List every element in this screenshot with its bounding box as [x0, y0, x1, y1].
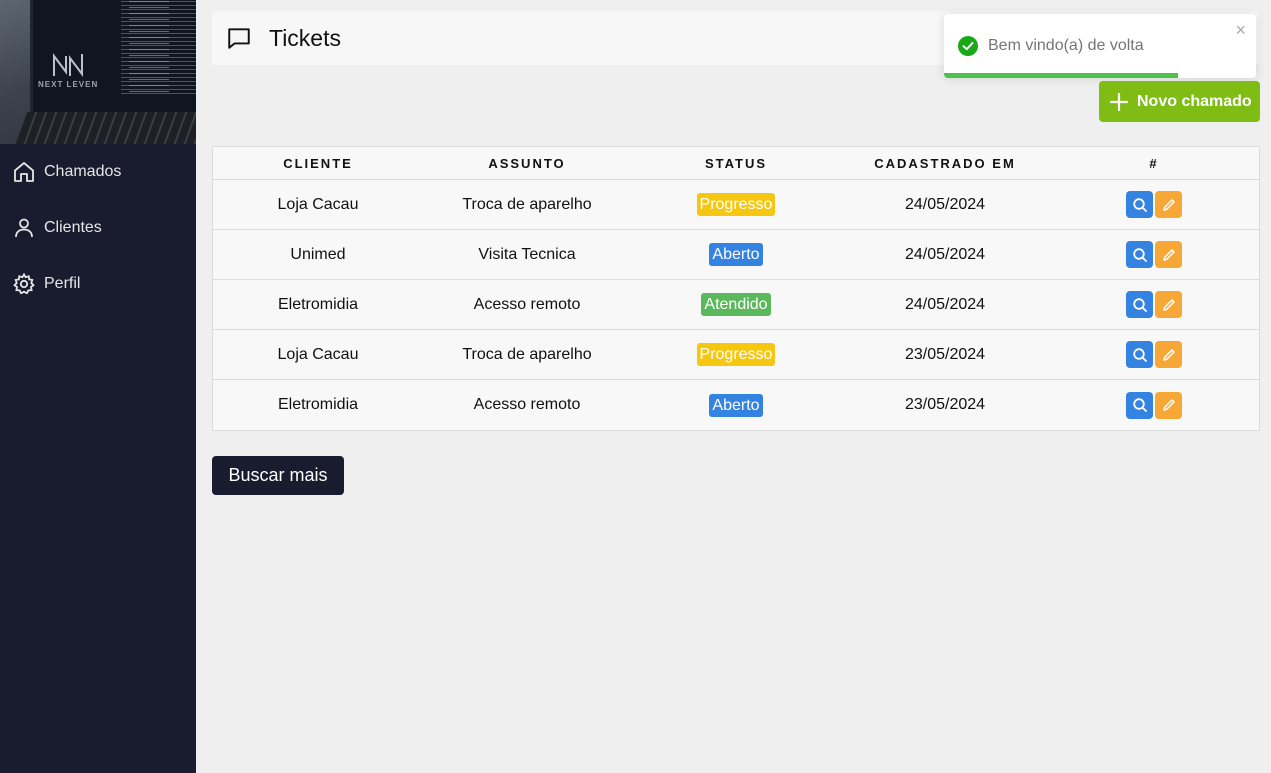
home-icon — [12, 160, 36, 184]
edit-button[interactable] — [1155, 191, 1182, 218]
view-button[interactable] — [1126, 191, 1153, 218]
cell-assunto: Troca de aparelho — [462, 345, 592, 363]
cell-date: 24/05/2024 — [904, 295, 986, 313]
view-button[interactable] — [1126, 391, 1153, 419]
toast-progress-bar — [944, 73, 1178, 78]
toast-message: Bem vindo(a) de volta — [988, 37, 1144, 54]
table-row: Eletromidia Acesso remoto Atendido 24/05… — [213, 280, 1259, 330]
column-header-cliente: CLIENTE — [283, 155, 353, 171]
cell-actions — [1049, 391, 1259, 419]
search-icon — [1132, 197, 1147, 212]
sidebar-item-clientes[interactable]: Clientes — [0, 200, 196, 256]
row-actions — [1049, 191, 1259, 218]
load-more-button[interactable]: Buscar mais — [212, 456, 344, 495]
sidebar-item-label: Clientes — [44, 219, 102, 236]
pencil-icon — [1162, 198, 1175, 211]
table-row: Loja Cacau Troca de aparelho Progresso 2… — [213, 180, 1259, 230]
view-button[interactable] — [1126, 291, 1153, 318]
status-badge: Aberto — [709, 243, 763, 266]
view-button[interactable] — [1126, 341, 1153, 368]
sidebar-nav: Chamados Clientes Perfil — [0, 144, 196, 312]
pencil-icon — [1162, 399, 1175, 411]
sidebar: NEXT LEVEN Chamados Clientes Perfil — [0, 0, 196, 773]
search-icon — [1132, 297, 1147, 312]
cell-actions — [1049, 291, 1259, 318]
cell-cliente: Eletromidia — [277, 295, 359, 313]
sidebar-item-chamados[interactable]: Chamados — [0, 144, 196, 200]
edit-button[interactable] — [1155, 391, 1182, 419]
new-ticket-label: Novo chamado — [1137, 92, 1252, 110]
cell-assunto: Acesso remoto — [473, 396, 581, 413]
new-ticket-button[interactable]: Novo chamado — [1099, 81, 1260, 122]
tickets-table: CLIENTE ASSUNTO STATUS CADASTRADO EM # L… — [212, 146, 1260, 431]
sidebar-item-label: Chamados — [44, 163, 122, 180]
plus-icon — [1109, 92, 1129, 111]
column-header-status: STATUS — [704, 155, 768, 171]
laptop-keyboard — [12, 112, 196, 144]
table-row: Unimed Visita Tecnica Aberto 24/05/2024 — [213, 230, 1259, 280]
close-icon[interactable]: × — [1235, 20, 1246, 41]
column-header-cadastrado: CADASTRADO EM — [874, 155, 1016, 171]
user-icon — [12, 216, 36, 240]
table-row: Loja Cacau Troca de aparelho Progresso 2… — [213, 330, 1259, 380]
row-actions — [1049, 391, 1259, 419]
cell-cliente: Loja Cacau — [277, 345, 359, 363]
status-badge: Progresso — [696, 193, 776, 216]
cell-date: 23/05/2024 — [904, 345, 986, 363]
column-header-assunto: ASSUNTO — [488, 155, 566, 171]
status-badge: Progresso — [696, 343, 776, 366]
cell-cliente: Eletromidia — [277, 396, 359, 413]
edit-button[interactable] — [1155, 241, 1182, 268]
sidebar-item-label: Perfil — [44, 275, 81, 292]
sidebar-banner-image: NEXT LEVEN — [0, 0, 196, 144]
cell-status: Aberto — [631, 393, 841, 417]
brand-logo-text: NEXT LEVEN — [38, 80, 99, 89]
cell-cliente: Unimed — [290, 245, 346, 263]
edit-button[interactable] — [1155, 291, 1182, 318]
cell-status: Aberto — [631, 243, 841, 266]
cell-status: Atendido — [631, 293, 841, 316]
search-icon — [1132, 398, 1147, 412]
cell-status: Progresso — [631, 193, 841, 216]
toast-notification: Bem vindo(a) de volta × — [944, 14, 1256, 78]
row-actions — [1049, 291, 1259, 318]
view-button[interactable] — [1126, 241, 1153, 268]
table-header-row: CLIENTE ASSUNTO STATUS CADASTRADO EM # — [213, 147, 1259, 180]
cell-date: 24/05/2024 — [904, 195, 986, 213]
cell-assunto: Visita Tecnica — [478, 245, 576, 263]
row-actions — [1049, 341, 1259, 368]
code-lines-accent — [129, 1, 169, 97]
search-icon — [1132, 347, 1147, 362]
cell-status: Progresso — [631, 343, 841, 366]
edit-button[interactable] — [1155, 341, 1182, 368]
gear-icon — [12, 272, 36, 296]
cell-cliente: Loja Cacau — [277, 195, 359, 213]
cell-date: 23/05/2024 — [904, 396, 986, 413]
cell-actions — [1049, 241, 1259, 268]
pencil-icon — [1162, 298, 1175, 311]
status-badge: Atendido — [701, 293, 771, 316]
sidebar-item-perfil[interactable]: Perfil — [0, 256, 196, 312]
search-icon — [1132, 247, 1147, 262]
row-actions — [1049, 241, 1259, 268]
cell-date: 24/05/2024 — [904, 245, 986, 263]
pencil-icon — [1162, 348, 1175, 361]
message-square-icon — [226, 25, 252, 51]
brand-logo-icon — [53, 53, 83, 77]
check-circle-icon — [958, 36, 978, 56]
column-header-actions: # — [1149, 155, 1159, 171]
cell-actions — [1049, 341, 1259, 368]
status-badge: Aberto — [709, 393, 763, 417]
cell-actions — [1049, 191, 1259, 218]
cell-assunto: Acesso remoto — [473, 295, 581, 313]
pencil-icon — [1162, 248, 1175, 261]
cell-assunto: Troca de aparelho — [462, 195, 592, 213]
page-title: Tickets — [269, 24, 341, 51]
table-row: Eletromidia Acesso remoto Aberto 23/05/2… — [213, 380, 1259, 430]
